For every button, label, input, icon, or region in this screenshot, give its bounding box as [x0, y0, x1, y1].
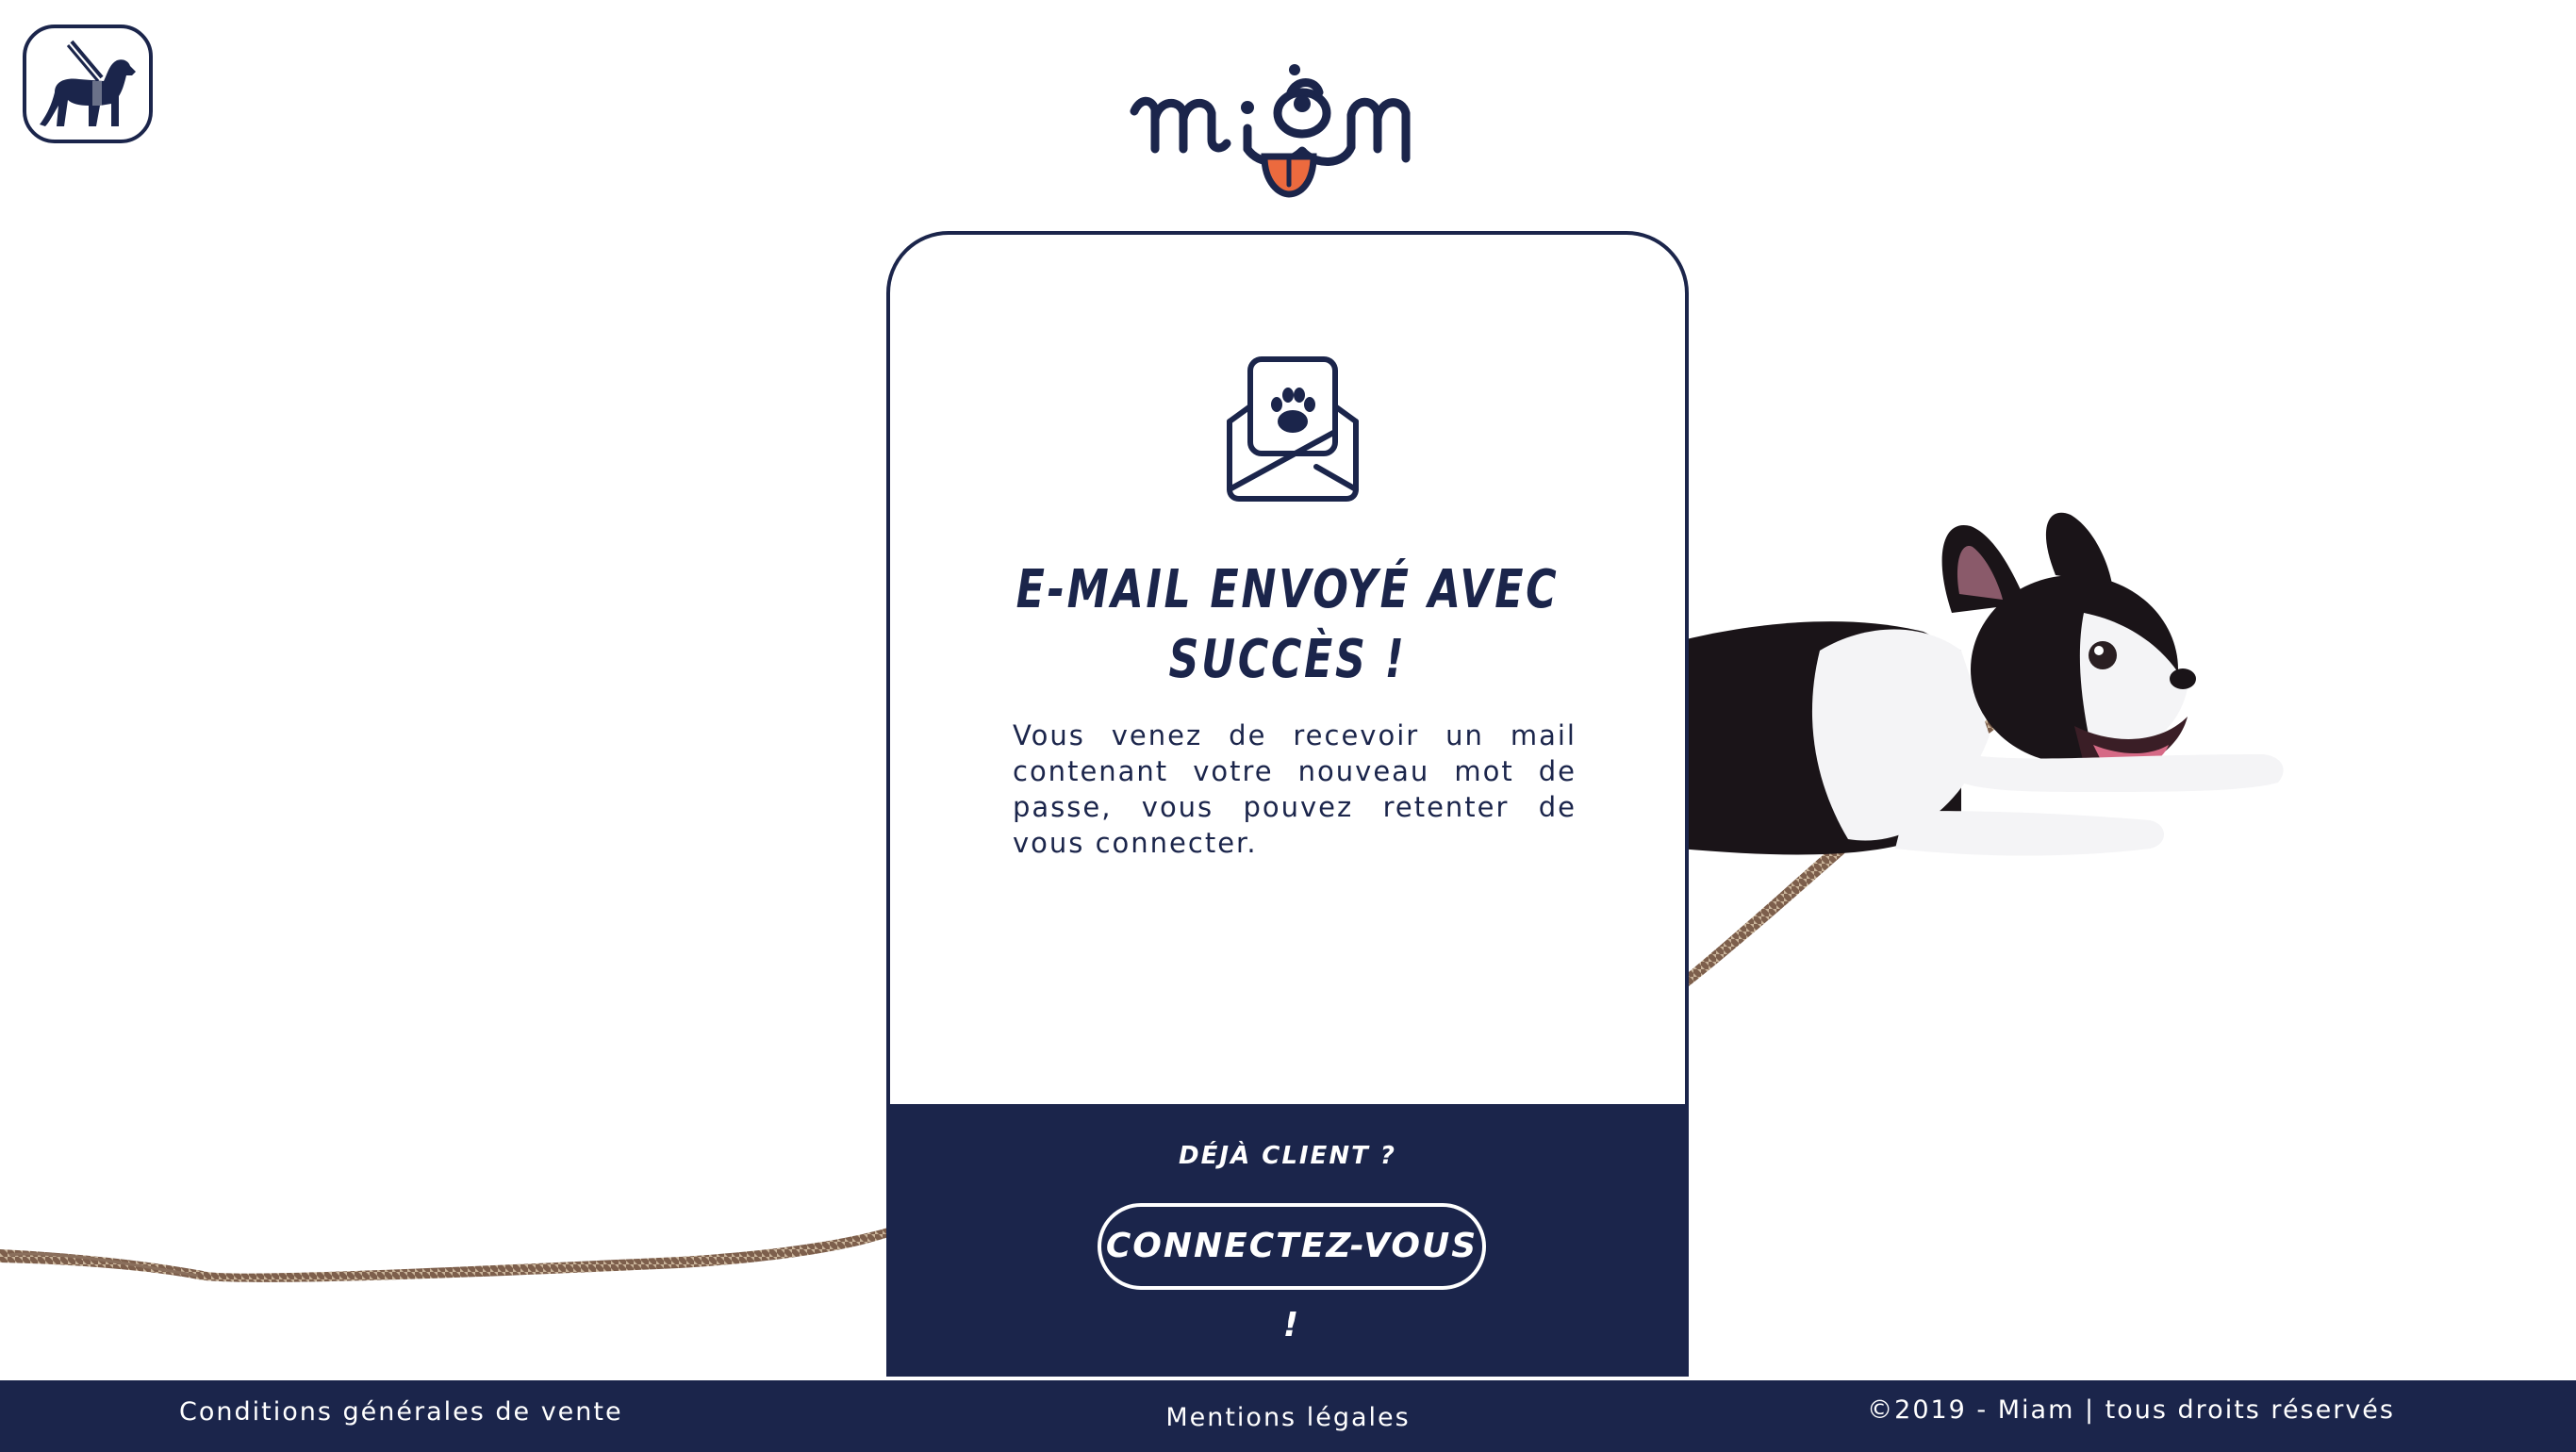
envelope-paw-icon: [1227, 356, 1359, 502]
already-client-label: DÉJÀ CLIENT ?: [1179, 1142, 1396, 1170]
confirmation-message: Vous venez de recevoir un mail contenant…: [1013, 719, 1577, 859]
page-title: E-MAIL ENVOYÉ AVEC SUCCÈS !: [1016, 559, 1560, 690]
guide-dog-icon: [40, 40, 136, 126]
confirmation-card: E-MAIL ENVOYÉ AVEC SUCCÈS ! Vous venez d…: [886, 231, 1689, 1377]
site-footer: Conditions générales de vente Mentions l…: [0, 1380, 2576, 1452]
miam-logo[interactable]: [1127, 38, 1447, 198]
connect-button[interactable]: CONNECTEZ-VOUS !: [1098, 1203, 1486, 1345]
leash-image: [0, 1227, 891, 1282]
login-prompt-section: DÉJÀ CLIENT ? CONNECTEZ-VOUS !: [890, 1104, 1685, 1373]
copyright-text: ©2019 - Miam | tous droits réservés: [1867, 1395, 2395, 1425]
page: E-MAIL ENVOYÉ AVEC SUCCÈS ! Vous venez d…: [0, 0, 2576, 1452]
french-bulldog-image: [1678, 512, 2284, 990]
accessibility-button[interactable]: [23, 25, 153, 143]
